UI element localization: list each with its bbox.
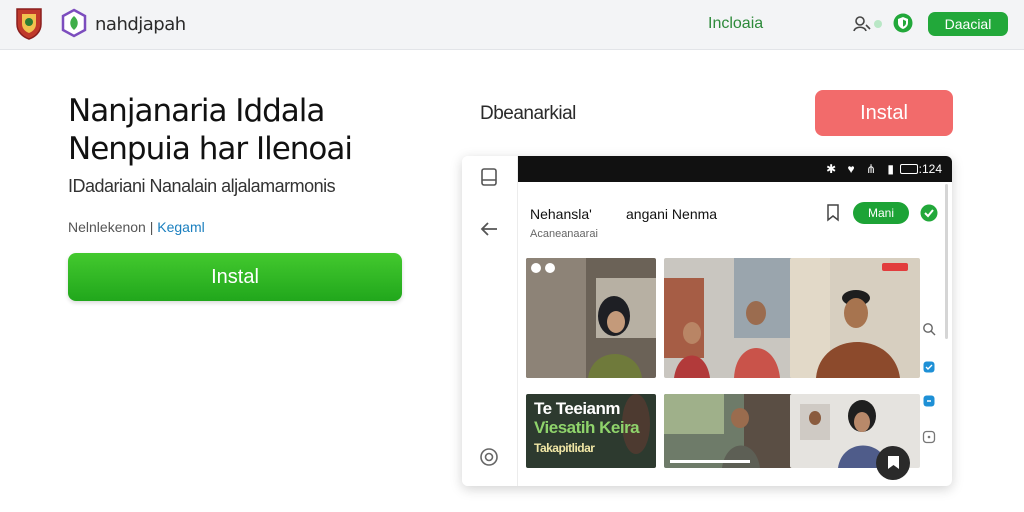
thumbnail-caption: Viesatih Keira (534, 418, 640, 437)
check-badge-icon[interactable] (920, 204, 938, 222)
chat-icon[interactable] (922, 360, 936, 374)
more-icon[interactable] (922, 430, 936, 444)
preview-title: Dbeanarkial (480, 103, 576, 124)
share-icon[interactable] (922, 394, 936, 408)
settings-icon[interactable] (478, 446, 500, 468)
meta-row: Nelnlekenon | Kegaml (68, 219, 205, 235)
status-time: :124 (918, 162, 942, 176)
top-action-button[interactable]: Daacial (928, 12, 1008, 36)
nav-link[interactable]: Incloaia (708, 15, 763, 33)
video-thumbnail[interactable] (526, 258, 656, 378)
tablet-icon[interactable] (478, 166, 500, 188)
video-thumbnail[interactable] (664, 258, 794, 378)
signal-wifi-icon: ✱ ♥ ⋔ ▮ (826, 162, 898, 176)
user-search-icon[interactable] (852, 14, 872, 34)
headline-line-1: Nanjanaria Iddala (68, 93, 325, 129)
preview-sidebar (462, 156, 518, 486)
install-button[interactable]: Instal (68, 253, 402, 301)
brand-name[interactable]: nahdjapah (95, 14, 186, 35)
thumbnail-caption: Takapitlidar (534, 441, 595, 455)
screen-title-left: Nehansla' (530, 206, 592, 222)
crest-logo[interactable] (14, 6, 44, 40)
top-bar: nahdjapah Incloaia Daacial (0, 0, 1024, 50)
bookmark-fab[interactable] (876, 446, 910, 480)
battery-icon (900, 164, 918, 174)
follow-button[interactable]: Mani (853, 202, 909, 224)
status-bar: ✱ ♥ ⋔ ▮ :124 (518, 156, 952, 182)
video-thumbnail[interactable] (790, 258, 920, 378)
shield-icon[interactable] (893, 13, 913, 33)
app-logo-icon[interactable] (60, 8, 88, 38)
page-title: Nanjanaria Iddala Nenpuia har Ilenoai (68, 92, 468, 168)
meta-text: Nelnlekenon | (68, 219, 154, 235)
flag-icon (888, 456, 899, 469)
headline-line-2: Nenpuia har Ilenoai (68, 131, 353, 167)
search-icon[interactable] (922, 322, 936, 336)
video-thumbnail[interactable] (664, 394, 794, 468)
meta-link[interactable]: Kegaml (157, 219, 204, 235)
back-arrow-icon[interactable] (478, 218, 500, 240)
screen-subtitle: Acaneanaarai (530, 228, 598, 240)
video-thumbnail[interactable]: Te Teeianm Viesatih Keira Takapitlidar (526, 394, 656, 468)
thumbnail-caption: Te Teeianm (534, 399, 621, 418)
subtitle: IDadariani Nanalain aljalamarmonis (68, 176, 336, 196)
app-preview-window: ✱ ♥ ⋔ ▮ :124 Nehansla' angani Nenma Acan… (462, 156, 952, 486)
status-dot-icon (874, 20, 882, 28)
screen-title-right: angani Nenma (626, 206, 718, 222)
install-alt-button[interactable]: Instal (815, 90, 953, 136)
scrollbar[interactable] (945, 184, 948, 339)
bookmark-icon[interactable] (826, 204, 840, 222)
